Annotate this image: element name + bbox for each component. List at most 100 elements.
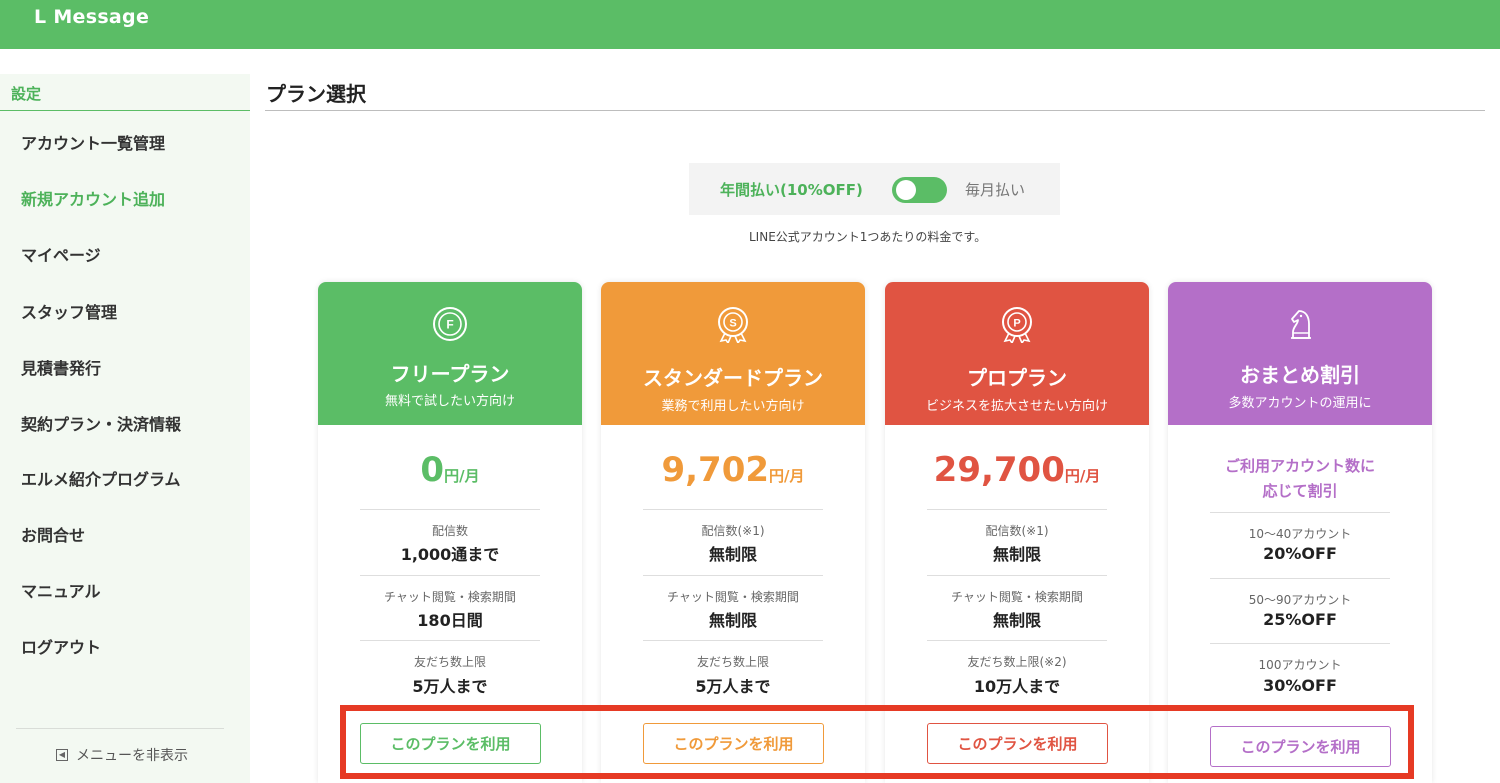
hide-menu-button[interactable]: ◀ メニューを非表示 bbox=[56, 745, 188, 765]
promo-line-2: 応じて割引 bbox=[1262, 482, 1338, 500]
standard-medal-icon: S bbox=[718, 307, 748, 343]
feature-label: 100アカウント bbox=[1258, 658, 1342, 672]
divider bbox=[360, 640, 540, 641]
select-plan-button-standard[interactable]: このプランを利用 bbox=[643, 723, 824, 764]
sidebar-item-contact[interactable]: お問合せ bbox=[21, 522, 85, 546]
select-plan-button-free[interactable]: このプランを利用 bbox=[360, 723, 541, 764]
app-logo[interactable]: L Message bbox=[34, 6, 149, 28]
select-plan-button-bundle[interactable]: このプランを利用 bbox=[1210, 726, 1391, 767]
plan-card-standard: S スタンダードプラン 業務で利用したい方向け 9,702円/月 配信数(※1)… bbox=[601, 282, 865, 783]
plan-card-free: F フリープラン 無料で試したい方向け 0円/月 配信数 1,000通まで チャ… bbox=[318, 282, 582, 783]
promo-line-1: ご利用アカウント数に bbox=[1224, 457, 1375, 475]
billing-toggle-box: 年間払い(10%OFF) 毎月払い bbox=[689, 163, 1060, 215]
page-title: プラン選択 bbox=[266, 82, 366, 106]
price-note: LINE公式アカウント1つあたりの料金です。 bbox=[749, 230, 987, 244]
feature-label: 配信数(※1) bbox=[985, 524, 1049, 538]
divider bbox=[643, 509, 823, 510]
plan-card-bundle: おまとめ割引 多数アカウントの運用に ご利用アカウント数に 応じて割引 10〜4… bbox=[1168, 282, 1432, 783]
sidebar-item-contract[interactable]: 契約プラン・決済情報 bbox=[21, 411, 181, 435]
plan-price-unit: 円/月 bbox=[769, 467, 805, 485]
feature-value: 30%OFF bbox=[1263, 676, 1337, 695]
pro-medal-icon: P bbox=[1002, 307, 1032, 343]
plan-price-value: 29,700 bbox=[933, 450, 1065, 490]
sidebar: 設定 アカウント一覧管理 新規アカウント追加 マイページ スタッフ管理 見積書発… bbox=[0, 74, 250, 783]
monthly-billing-label[interactable]: 毎月払い bbox=[965, 179, 1025, 200]
feature-label: 友だち数上限 bbox=[413, 655, 486, 669]
feature-label: 友だち数上限(※2) bbox=[967, 655, 1067, 669]
feature-label: チャット閲覧・検索期間 bbox=[384, 590, 516, 604]
plan-card-pro: P プロプラン ビジネスを拡大させたい方向け 29,700円/月 配信数(※1)… bbox=[885, 282, 1149, 783]
feature-value: 無制限 bbox=[992, 611, 1041, 630]
plan-price: 29,700円/月 bbox=[885, 450, 1149, 490]
sidebar-item-mypage[interactable]: マイページ bbox=[21, 242, 101, 266]
title-divider bbox=[265, 110, 1485, 111]
plan-card-header: F フリープラン 無料で試したい方向け bbox=[318, 282, 582, 425]
feature-value: 180日間 bbox=[417, 611, 483, 630]
feature-label: 50〜90アカウント bbox=[1248, 593, 1352, 607]
divider bbox=[360, 509, 540, 510]
sidebar-item-add-account[interactable]: 新規アカウント追加 bbox=[21, 186, 165, 210]
plan-name: スタンダードプラン bbox=[643, 366, 823, 390]
plan-name: プロプラン bbox=[967, 366, 1067, 390]
feature-label: 配信数 bbox=[431, 524, 468, 538]
feature-label: 友だち数上限 bbox=[696, 655, 769, 669]
feature-value: 5万人まで bbox=[695, 677, 771, 696]
collapse-icon: ◀ bbox=[56, 749, 68, 761]
feature-value: 無制限 bbox=[992, 545, 1041, 564]
feature-value: 無制限 bbox=[708, 611, 757, 630]
plan-price-value: 0 bbox=[420, 450, 445, 490]
sidebar-item-referral[interactable]: エルメ紹介プログラム bbox=[21, 466, 181, 490]
plan-card-header: P プロプラン ビジネスを拡大させたい方向け bbox=[885, 282, 1149, 425]
svg-text:P: P bbox=[1013, 318, 1020, 330]
svg-text:F: F bbox=[446, 318, 453, 332]
feature-value: 25%OFF bbox=[1263, 610, 1337, 629]
bundle-promo-text: ご利用アカウント数に 応じて割引 bbox=[1168, 454, 1432, 504]
plan-price-unit: 円/月 bbox=[1064, 467, 1101, 485]
plan-card-header: おまとめ割引 多数アカウントの運用に bbox=[1168, 282, 1432, 425]
sidebar-item-logout[interactable]: ログアウト bbox=[21, 634, 101, 658]
feature-value: 20%OFF bbox=[1263, 544, 1337, 563]
plan-price-value: 9,702 bbox=[661, 450, 770, 490]
feature-label: 10〜40アカウント bbox=[1248, 527, 1352, 541]
sidebar-item-manual[interactable]: マニュアル bbox=[21, 578, 101, 602]
divider bbox=[927, 509, 1107, 510]
feature-value: 5万人まで bbox=[412, 677, 488, 696]
divider bbox=[927, 640, 1107, 641]
divider bbox=[643, 640, 823, 641]
plan-subtitle: ビジネスを拡大させたい方向け bbox=[925, 399, 1108, 414]
plan-name: おまとめ割引 bbox=[1240, 363, 1360, 387]
plan-subtitle: 業務で利用したい方向け bbox=[661, 399, 805, 414]
sidebar-section-header: 設定 bbox=[0, 74, 250, 111]
hide-menu-label: メニューを非表示 bbox=[76, 748, 188, 764]
top-header: L Message bbox=[0, 0, 1500, 49]
select-plan-button-pro[interactable]: このプランを利用 bbox=[927, 723, 1108, 764]
toggle-knob bbox=[896, 180, 916, 200]
divider bbox=[1210, 643, 1390, 644]
divider bbox=[1210, 512, 1390, 513]
plan-price-unit: 円/月 bbox=[444, 467, 480, 485]
divider bbox=[643, 575, 823, 576]
feature-value: 無制限 bbox=[708, 545, 757, 564]
sidebar-divider bbox=[16, 728, 224, 729]
divider bbox=[360, 575, 540, 576]
svg-text:S: S bbox=[729, 318, 736, 330]
feature-value: 10万人まで bbox=[973, 677, 1061, 696]
feature-label: チャット閲覧・検索期間 bbox=[667, 590, 799, 604]
plan-price: 9,702円/月 bbox=[601, 450, 865, 490]
yearly-billing-label[interactable]: 年間払い(10%OFF) bbox=[720, 179, 863, 200]
sidebar-item-estimate[interactable]: 見積書発行 bbox=[21, 355, 101, 379]
plan-name: フリープラン bbox=[390, 362, 510, 386]
feature-value: 1,000通まで bbox=[400, 545, 500, 564]
plan-subtitle: 多数アカウントの運用に bbox=[1228, 396, 1372, 411]
feature-label: 配信数(※1) bbox=[701, 524, 765, 538]
plan-price: 0円/月 bbox=[318, 450, 582, 490]
sidebar-item-staff[interactable]: スタッフ管理 bbox=[21, 299, 117, 323]
feature-label: チャット閲覧・検索期間 bbox=[951, 590, 1083, 604]
plan-subtitle: 無料で試したい方向け bbox=[384, 394, 515, 409]
sidebar-item-account-list[interactable]: アカウント一覧管理 bbox=[21, 130, 165, 154]
divider bbox=[1210, 578, 1390, 579]
free-badge-icon: F bbox=[433, 307, 467, 341]
divider bbox=[927, 575, 1107, 576]
billing-toggle-switch[interactable] bbox=[892, 177, 947, 203]
sidebar-section-title: 設定 bbox=[11, 85, 42, 103]
